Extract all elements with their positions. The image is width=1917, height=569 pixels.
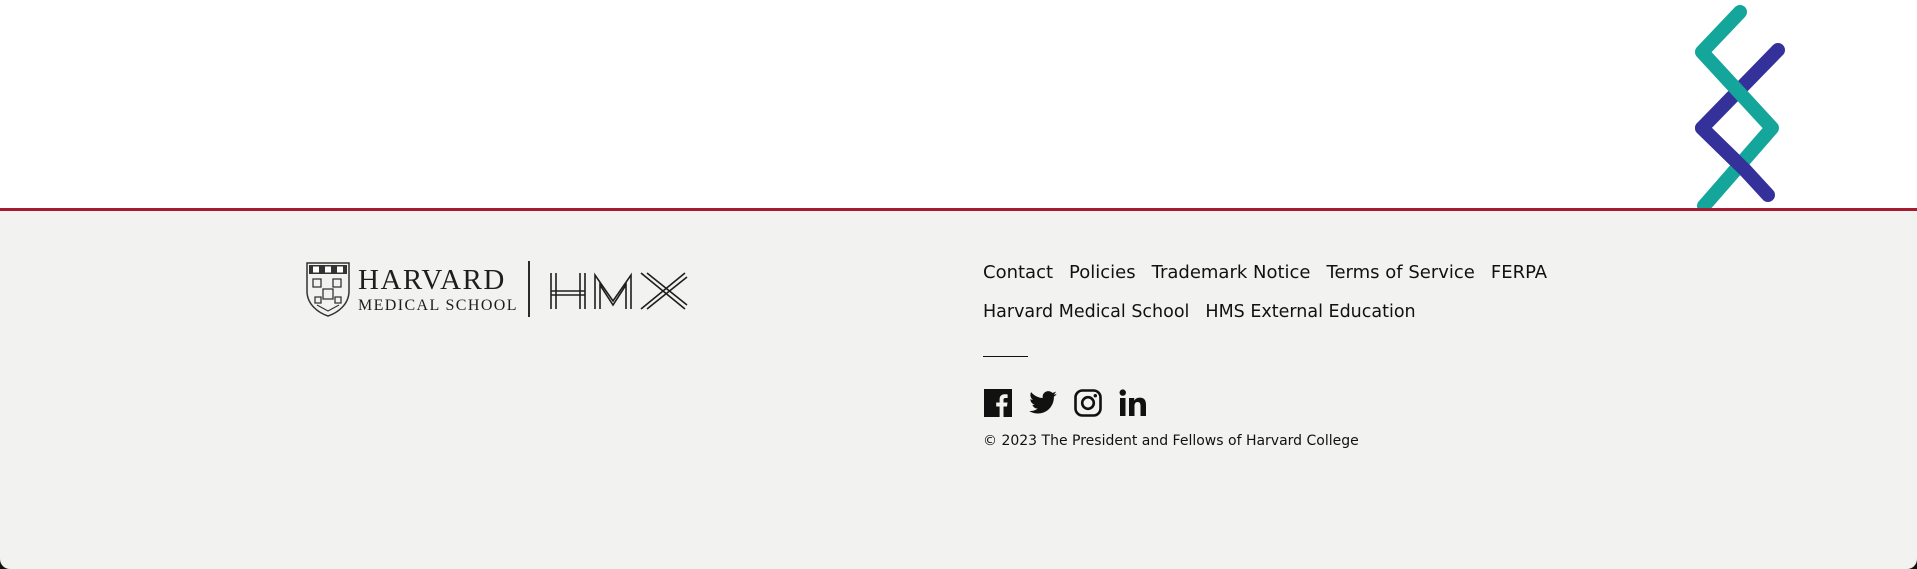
page-content-area [0,0,1917,210]
terms-of-service-link[interactable]: Terms of Service [1327,262,1475,283]
facebook-link[interactable] [983,388,1013,418]
linkedin-link[interactable] [1118,388,1148,418]
instagram-link[interactable] [1073,388,1103,418]
harvard-shield-icon [306,262,350,317]
facebook-icon [984,389,1012,417]
logo-line-medical-school: MEDICAL SCHOOL [358,297,518,314]
site-footer: HARVARD MEDICAL SCHOOL Contact Policies … [0,208,1917,569]
logo-divider [528,261,530,317]
footer-divider [983,356,1028,357]
twitter-icon [1029,391,1057,414]
logo-line-harvard: HARVARD [358,264,506,296]
policies-link[interactable]: Policies [1069,262,1136,283]
contact-link[interactable]: Contact [983,262,1053,283]
harvard-medical-school-link[interactable]: Harvard Medical School [983,302,1189,322]
hmx-wordmark-icon [550,272,688,310]
footer-primary-nav: Contact Policies Trademark Notice Terms … [983,262,1547,283]
instagram-icon [1074,389,1102,417]
twitter-link[interactable] [1028,388,1058,418]
trademark-notice-link[interactable]: Trademark Notice [1152,262,1311,283]
ferpa-link[interactable]: FERPA [1491,262,1547,283]
social-links [983,388,1148,418]
hms-wordmark: HARVARD MEDICAL SCHOOL [358,265,518,315]
footer-secondary-nav: Harvard Medical School HMS External Educ… [983,302,1416,322]
linkedin-icon [1119,389,1146,416]
copyright-text: © 2023 The President and Fellows of Harv… [983,433,1359,449]
helix-decoration-icon [1695,5,1785,210]
hms-external-education-link[interactable]: HMS External Education [1205,302,1415,322]
